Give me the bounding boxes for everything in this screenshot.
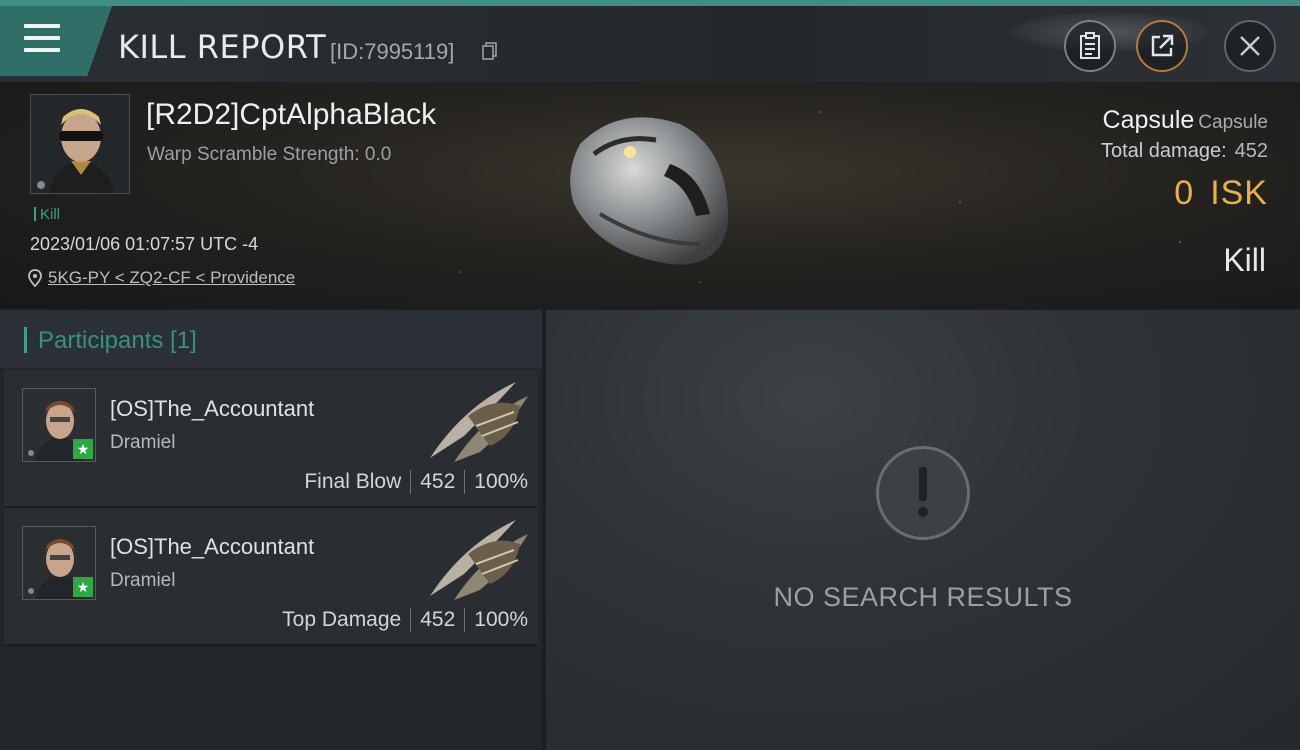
participant-percent: 100% bbox=[474, 470, 528, 493]
participant-name[interactable]: [OS]The_Accountant bbox=[110, 534, 314, 560]
victim-portrait[interactable] bbox=[30, 94, 130, 194]
participants-title: Participants [1] bbox=[38, 327, 197, 354]
close-icon bbox=[1240, 36, 1260, 56]
menu-icon bbox=[24, 24, 60, 28]
participant-stats: Top Damage 452 100% bbox=[282, 608, 528, 632]
victim-ship: Capsule Capsule bbox=[1103, 106, 1268, 135]
menu-button[interactable] bbox=[0, 6, 112, 76]
participant-role: Top Damage bbox=[282, 608, 402, 631]
victim-panel: [R2D2]CptAlphaBlack Warp Scramble Streng… bbox=[0, 82, 1300, 308]
location-link[interactable]: 5KG-PY < ZQ2-CF < Providence bbox=[48, 268, 295, 288]
participant-role: Final Blow bbox=[304, 470, 402, 493]
participant-ship: Dramiel bbox=[110, 432, 176, 453]
share-button[interactable] bbox=[1136, 20, 1188, 72]
participant-avatar: ★ bbox=[22, 526, 96, 600]
location[interactable]: 5KG-PY < ZQ2-CF < Providence bbox=[28, 268, 295, 288]
victim-ship-name: Capsule bbox=[1102, 106, 1195, 134]
victim-ship-image bbox=[570, 117, 729, 265]
star-icon: ★ bbox=[73, 439, 93, 459]
pilot-avatar-image bbox=[31, 95, 129, 193]
participant-stats: Final Blow 452 100% bbox=[304, 470, 528, 494]
clipboard-button[interactable] bbox=[1064, 20, 1116, 72]
participant-avatar: ★ bbox=[22, 388, 96, 462]
total-damage: Total damage: 452 bbox=[1101, 140, 1268, 163]
results-panel: NO SEARCH RESULTS bbox=[546, 310, 1300, 750]
victim-ship-type: Capsule bbox=[1198, 112, 1268, 133]
kill-result: Kill bbox=[1223, 242, 1266, 278]
isk-unit: ISK bbox=[1210, 174, 1268, 212]
participant-ship-image bbox=[430, 520, 528, 600]
share-icon bbox=[1151, 34, 1174, 57]
participant-row[interactable]: ★ [OS]The_Accountant Dramiel Top Damage … bbox=[4, 508, 538, 644]
participant-name[interactable]: [OS]The_Accountant bbox=[110, 396, 314, 422]
isk-value: 0 ISK bbox=[1174, 174, 1268, 213]
kill-datetime: 2023/01/06 01:07:57 UTC -4 bbox=[30, 234, 259, 254]
participants-panel: Participants [1] ★ [OS]The_Accountant Dr… bbox=[0, 310, 542, 750]
total-damage-value: 452 bbox=[1234, 140, 1268, 162]
kill-id: [ID:7995119] bbox=[330, 39, 455, 64]
location-pin-icon bbox=[28, 269, 42, 287]
clipboard-icon bbox=[1080, 32, 1100, 59]
warp-scramble-strength: Warp Scramble Strength: 0.0 bbox=[147, 144, 392, 165]
victim-name[interactable]: [R2D2]CptAlphaBlack bbox=[146, 98, 436, 132]
participant-damage: 452 bbox=[420, 470, 456, 493]
participant-ship-image bbox=[430, 382, 528, 462]
total-damage-label: Total damage: bbox=[1100, 140, 1227, 162]
star-icon: ★ bbox=[73, 577, 93, 597]
page-title: KILL REPORT bbox=[118, 28, 327, 66]
kill-tag: Kill bbox=[34, 206, 60, 223]
participant-percent: 100% bbox=[474, 608, 528, 631]
header-bar: KILL REPORT [ID:7995119] bbox=[0, 6, 1300, 82]
close-button[interactable] bbox=[1224, 20, 1276, 72]
participant-damage: 452 bbox=[420, 608, 456, 631]
no-results-text: NO SEARCH RESULTS bbox=[773, 582, 1073, 612]
isk-amount: 0 bbox=[1174, 174, 1195, 212]
participant-row[interactable]: ★ [OS]The_Accountant Dramiel Final Blow … bbox=[4, 370, 538, 506]
copy-icon[interactable] bbox=[482, 42, 498, 60]
exclamation-icon bbox=[876, 446, 970, 540]
participants-header: Participants [1] bbox=[0, 310, 542, 368]
participant-ship: Dramiel bbox=[110, 570, 176, 591]
